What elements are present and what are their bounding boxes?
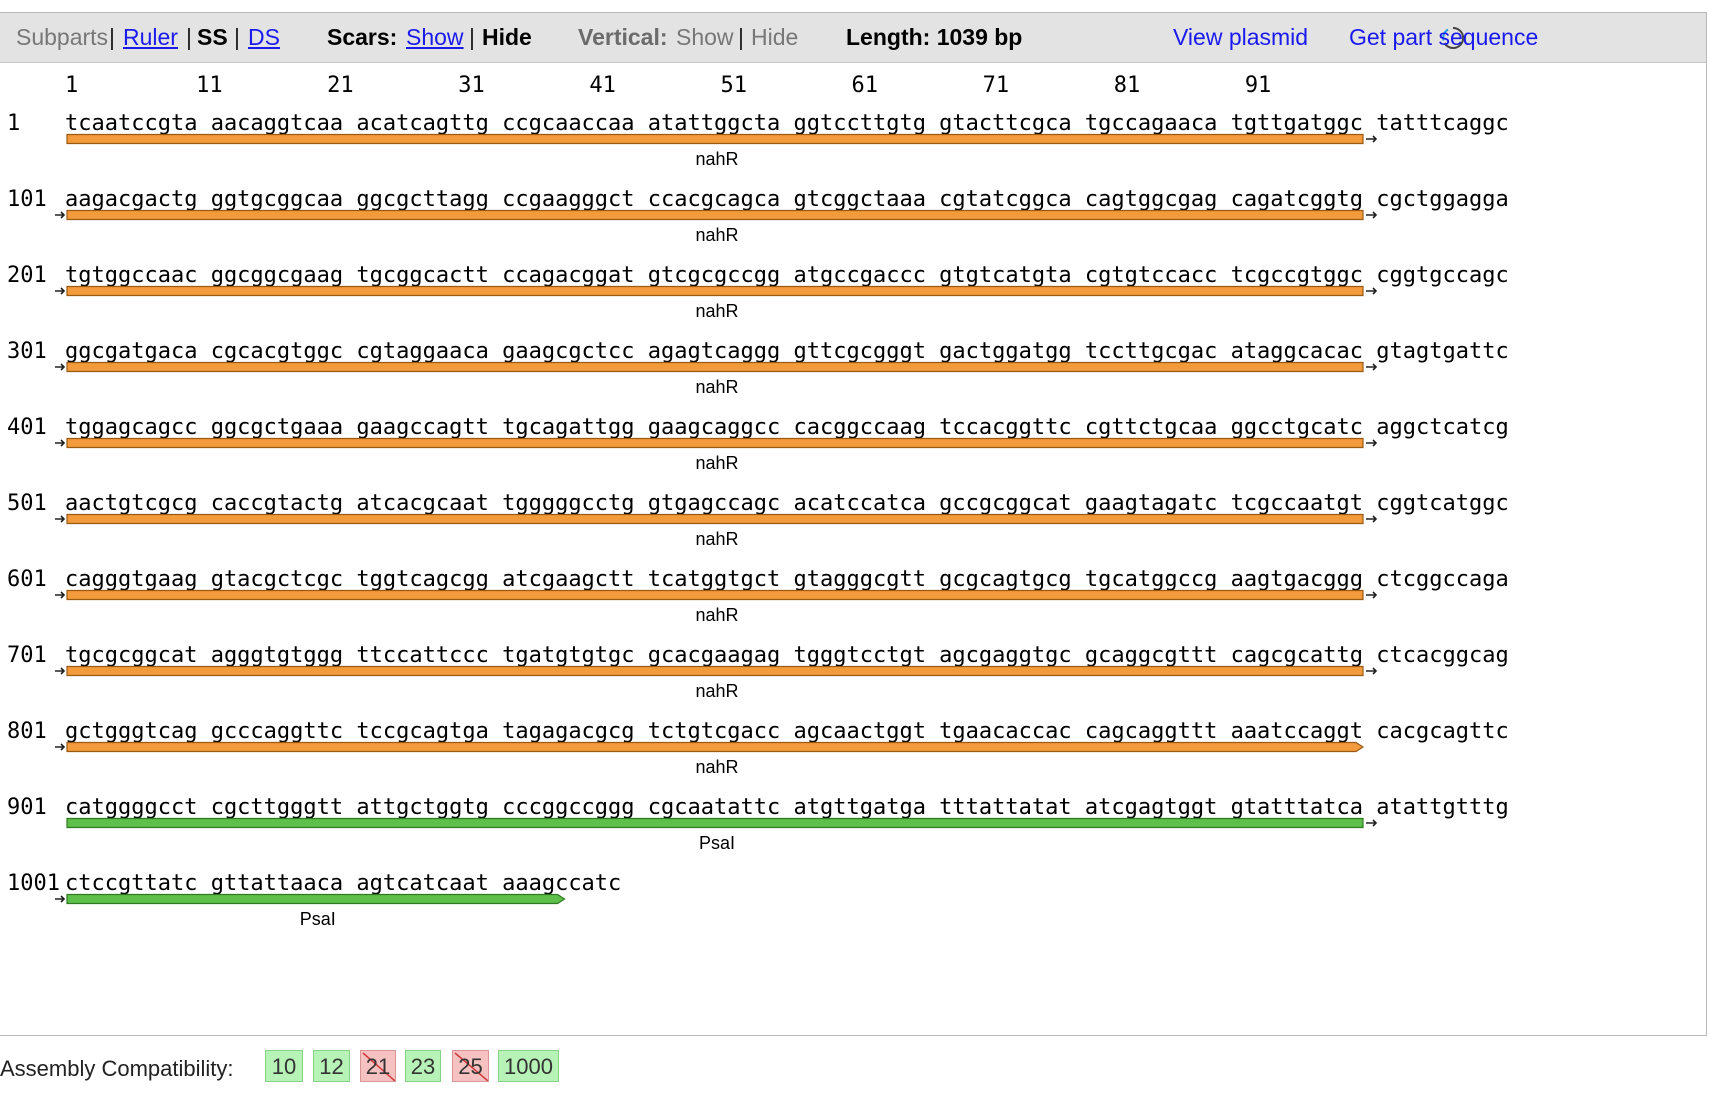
ss-option-selected: SS [197, 24, 228, 50]
assembly-compatibility-label: Assembly Compatibility: [0, 1056, 234, 1081]
row-number: 901 [7, 795, 47, 820]
sequence-row: aagacgactg ggtgcggcaa ggcgcttagg ccgaagg… [65, 187, 1509, 212]
separator: | [469, 24, 475, 50]
feature-label: nahR [695, 757, 739, 777]
assembly-standard-name: 10 [271, 1054, 297, 1079]
feature-label: nahR [695, 529, 739, 549]
continuation-arrow-icon [1366, 287, 1378, 295]
ruler-tick: 31 [458, 73, 485, 98]
continuation-arrow-icon [1366, 591, 1378, 599]
feature-label: nahR [695, 225, 739, 245]
assembly-standard-name: 1000 [504, 1054, 553, 1079]
scars-label: Scars: [327, 24, 398, 50]
row-number: 701 [7, 643, 47, 668]
feature-label: nahR [695, 453, 739, 473]
sequence-row: tgcgcggcat agggtgtggg ttccattccc tgatgtg… [65, 643, 1509, 668]
sequence-row: aactgtcgcg caccgtactg atcacgcaat tgggggc… [65, 491, 1509, 516]
ruler-tick: 41 [589, 73, 616, 98]
separator: | [109, 24, 115, 50]
separator: | [738, 24, 744, 50]
sequence-row: gctgggtcag gcccaggttc tccgcagtga tagagac… [65, 719, 1509, 744]
sequence-row: tgtggccaac ggcggcgaag tgcggcactt ccagacg… [65, 263, 1509, 288]
vertical-label: Vertical: [578, 24, 668, 50]
scars-hide-selected: Hide [482, 24, 532, 50]
vertical-show-option: Show [676, 24, 734, 50]
ruler-link[interactable]: Ruler [123, 24, 178, 51]
row-number: 201 [7, 263, 47, 288]
sequence-row: catggggcct cgcttgggtt attgctggtg cccggcc… [65, 795, 1509, 820]
row-number: 101 [7, 187, 47, 212]
assembly-standard-name: 21 [365, 1054, 391, 1079]
assembly-standard-name: 12 [319, 1054, 344, 1079]
viewer-toolbar: Subparts | Ruler | SS | DS Scars: Show |… [0, 13, 1706, 63]
row-number: 301 [7, 339, 47, 364]
row-number: 601 [7, 567, 47, 592]
continuation-arrow-icon [55, 515, 66, 523]
continuation-arrow-icon [1366, 135, 1378, 143]
ruler-tick: 11 [196, 73, 223, 98]
feature-label: PsaI [299, 909, 336, 929]
sequence-length: Length: 1039 bp [846, 24, 1023, 50]
continuation-arrow-icon [1366, 363, 1378, 371]
separator: | [186, 24, 192, 50]
ruler-tick: 21 [327, 73, 354, 98]
part-sequence-viewer: Subparts | Ruler | SS | DS Scars: Show |… [0, 12, 1707, 1036]
row-number: 1 [7, 111, 21, 136]
feature-label: nahR [695, 605, 739, 625]
row-number: 401 [7, 415, 47, 440]
sequence-row: tcaatccgta aacaggtcaa acatcagttg ccgcaac… [65, 111, 1509, 136]
feature-label: nahR [695, 681, 739, 701]
continuation-arrow-icon [1366, 211, 1378, 219]
continuation-arrow-icon [55, 211, 66, 219]
continuation-arrow-icon [55, 895, 66, 903]
ds-link[interactable]: DS [248, 24, 280, 51]
assembly-standard-name: 25 [458, 1054, 483, 1079]
assembly-standard-25-incompatible[interactable]: 25 [452, 1050, 489, 1082]
row-number: 501 [7, 491, 47, 516]
ruler-tick: 91 [1244, 73, 1272, 98]
assembly-standard-10-compatible[interactable]: 10 [265, 1050, 303, 1082]
assembly-standard-21-incompatible[interactable]: 21 [360, 1050, 396, 1082]
row-number: 801 [7, 719, 47, 744]
assembly-standard-23-compatible[interactable]: 23 [405, 1050, 441, 1082]
separator: | [234, 24, 240, 50]
sequence-row: ctccgttatc gttattaaca agtcatcaat aaagcca… [65, 871, 622, 896]
feature-label: PsaI [698, 833, 736, 853]
assembly-standard-12-compatible[interactable]: 12 [313, 1050, 350, 1082]
view-plasmid-link[interactable]: View plasmid [1173, 24, 1308, 51]
subparts-option[interactable]: Subparts [16, 24, 108, 51]
get-part-sequence-link[interactable]: Get part sequence [1349, 24, 1538, 51]
feature-label: nahR [695, 301, 739, 321]
assembly-standard-name: 23 [410, 1054, 436, 1079]
ruler-tick: 1 [65, 73, 79, 98]
scars-show-link[interactable]: Show [406, 24, 464, 51]
sequence-row: ggcgatgaca cgcacgtggc cgtaggaaca gaagcgc… [65, 339, 1509, 364]
continuation-arrow-icon [1366, 515, 1378, 523]
continuation-arrow-icon [55, 743, 66, 751]
feature-label: nahR [695, 149, 739, 169]
ruler-tick: 61 [851, 73, 879, 98]
sequence-row: cagggtgaag gtacgctcgc tggtcagcgg atcgaag… [65, 567, 1509, 592]
ruler-tick: 71 [982, 73, 1010, 98]
assembly-standard-1000-compatible[interactable]: 1000 [498, 1050, 559, 1082]
continuation-arrow-icon [55, 439, 66, 447]
continuation-arrow-icon [1366, 667, 1378, 675]
continuation-arrow-icon [55, 667, 66, 675]
sequence-row: tggagcagcc ggcgctgaaa gaagccagtt tgcagat… [65, 415, 1509, 440]
vertical-hide-option: Hide [751, 24, 799, 50]
continuation-arrow-icon [55, 363, 66, 371]
continuation-arrow-icon [55, 591, 66, 599]
continuation-arrow-icon [1366, 439, 1378, 447]
assembly-compatibility: Assembly Compatibility: 10 12 21 23 25 1000 [0, 1050, 700, 1086]
ruler-tick: 81 [1113, 73, 1141, 98]
feature-label: nahR [695, 377, 739, 397]
row-number: 1001 [7, 871, 60, 896]
ruler-tick: 51 [720, 73, 747, 98]
continuation-arrow-icon [1366, 819, 1378, 827]
continuation-arrow-icon [55, 287, 66, 295]
